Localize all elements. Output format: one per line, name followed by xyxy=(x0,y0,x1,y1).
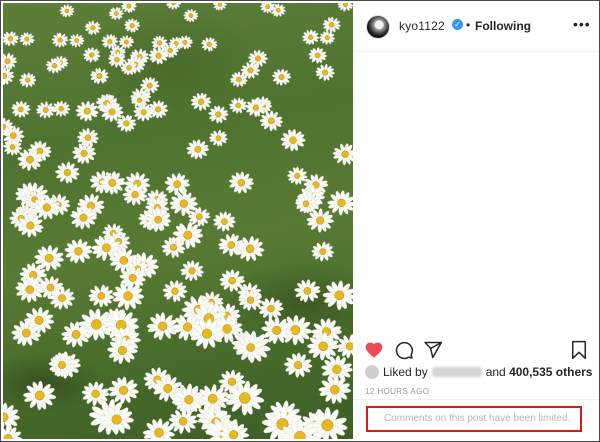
post-photo[interactable] xyxy=(3,3,353,439)
post-timestamp[interactable]: 12 HOURS AGO xyxy=(365,387,429,396)
heart-icon[interactable] xyxy=(364,340,384,360)
likes-prefix: Liked by xyxy=(383,365,428,379)
separator-dot: • xyxy=(466,18,471,32)
instagram-post-frame: kyo1122 ✓ • Following ••• Liked by and 40… xyxy=(0,0,600,442)
avatar[interactable] xyxy=(366,15,390,39)
username-link[interactable]: kyo1122 xyxy=(399,19,445,33)
action-bar xyxy=(353,337,599,365)
comments-limited-notice: Comments on this post have been limited. xyxy=(366,406,582,432)
post-side-panel: kyo1122 ✓ • Following ••• Liked by and 40… xyxy=(353,3,599,439)
likes-conjunction: and xyxy=(485,365,506,379)
daisy-field-image xyxy=(3,3,353,439)
share-icon[interactable] xyxy=(423,340,443,360)
verified-badge-icon: ✓ xyxy=(452,19,463,30)
comment-icon[interactable] xyxy=(394,340,414,360)
blurred-liker-name xyxy=(431,367,482,377)
comments-area: Comments on this post have been limited. xyxy=(353,399,599,440)
more-options-icon[interactable]: ••• xyxy=(573,16,591,32)
following-button[interactable]: Following xyxy=(475,19,531,33)
liker-avatar[interactable] xyxy=(365,365,379,379)
likes-line: Liked by and 400,535 others xyxy=(365,365,592,381)
bookmark-icon[interactable] xyxy=(570,340,588,360)
post-header: kyo1122 ✓ • Following ••• xyxy=(353,3,599,52)
likes-count-link[interactable]: 400,535 others xyxy=(509,365,592,379)
